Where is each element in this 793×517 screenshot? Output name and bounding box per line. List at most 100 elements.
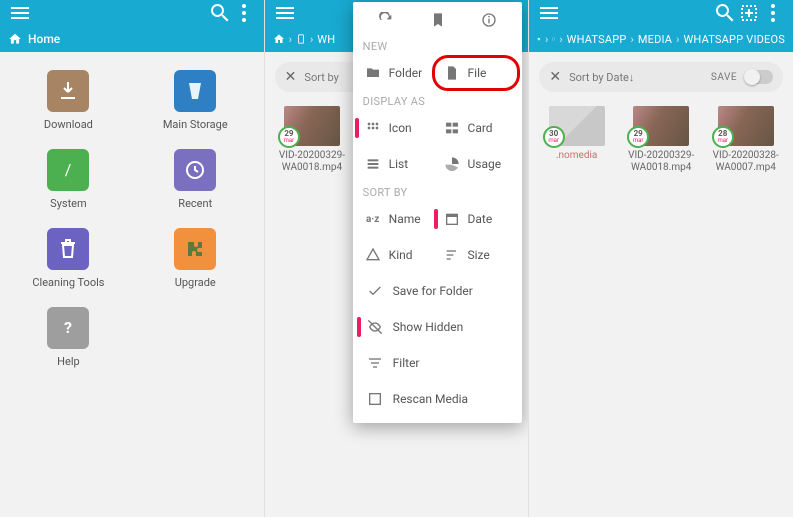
- sort-label: Sort by: [304, 71, 338, 84]
- home-item-upgrade[interactable]: Upgrade: [137, 228, 254, 289]
- file-thumbnail: 30mar: [549, 106, 605, 146]
- menu-filter[interactable]: Filter: [353, 345, 523, 381]
- breadcrumb-home[interactable]: Home: [8, 32, 60, 46]
- menu-icon[interactable]: [537, 1, 561, 25]
- file-name: VID-20200329-WA0018.mp4: [622, 150, 701, 174]
- breadcrumb-item[interactable]: Wh: [317, 33, 335, 46]
- home-icon[interactable]: [537, 33, 541, 45]
- menu-new-folder[interactable]: Folder: [359, 57, 438, 89]
- home-icon[interactable]: [273, 33, 285, 45]
- rescan-icon: [367, 391, 383, 407]
- menu-display-list[interactable]: List: [359, 148, 438, 180]
- puzzle-icon: [174, 228, 216, 270]
- home-item-label: Upgrade: [175, 276, 216, 289]
- menu-section-sort: SORT BY: [353, 182, 523, 201]
- save-label: SAVE: [711, 72, 737, 83]
- trash-icon: [47, 228, 89, 270]
- breadcrumb-item[interactable]: WhatsApp Videos: [683, 33, 785, 46]
- home-item-cleaning-tools[interactable]: Cleaning Tools: [10, 228, 127, 289]
- select-icon[interactable]: [737, 1, 761, 25]
- file-name: .nomedia: [556, 150, 597, 162]
- home-item-system[interactable]: / System: [10, 149, 127, 210]
- check-icon: [367, 283, 383, 299]
- menu-icon[interactable]: [8, 1, 32, 25]
- options-menu: NEW Folder File DISPLAY AS Icon Card Lis…: [353, 2, 523, 423]
- home-grid: Download Main Storage / System Recent Cleanin…: [0, 52, 264, 386]
- file-item[interactable]: 29marVID-20200329-WA0018.mp4: [273, 106, 352, 174]
- pie-icon: [444, 156, 460, 172]
- question-icon: ?: [47, 307, 89, 349]
- file-icon: [444, 65, 460, 81]
- save-toggle[interactable]: [745, 70, 773, 84]
- card-icon: [444, 120, 460, 136]
- menu-display-card[interactable]: Card: [438, 112, 517, 144]
- refresh-icon[interactable]: [378, 12, 394, 28]
- close-icon[interactable]: ✕: [285, 69, 297, 85]
- home-item-download[interactable]: Download: [10, 70, 127, 131]
- az-icon: a·z: [365, 211, 381, 227]
- file-thumbnail: 29mar: [284, 106, 340, 146]
- menu-sort-kind[interactable]: Kind: [359, 239, 438, 271]
- file-item[interactable]: 29marVID-20200329-WA0018.mp4: [622, 106, 701, 174]
- home-item-main-storage[interactable]: Main Storage: [137, 70, 254, 131]
- search-icon[interactable]: [208, 1, 232, 25]
- overflow-icon[interactable]: [761, 1, 785, 25]
- calendar-icon: [444, 211, 460, 227]
- breadcrumb: Home: [0, 26, 264, 52]
- menu-new-file[interactable]: File: [438, 57, 517, 89]
- search-icon[interactable]: [713, 1, 737, 25]
- menu-sort-date[interactable]: Date: [438, 203, 517, 235]
- bookmark-icon[interactable]: [430, 12, 446, 28]
- screen-home: Home Download Main Storage / System Recent Cl…: [0, 0, 265, 517]
- home-item-recent[interactable]: Recent: [137, 149, 254, 210]
- sort-label: Sort by Date↓: [569, 71, 634, 84]
- list-icon: [365, 156, 381, 172]
- menu-rescan-media[interactable]: Rescan Media: [353, 381, 523, 417]
- menu-section-display: DISPLAY AS: [353, 91, 523, 110]
- overflow-icon[interactable]: [232, 1, 256, 25]
- file-name: VID-20200329-WA0018.mp4: [273, 150, 352, 174]
- close-icon[interactable]: ✕: [549, 69, 561, 85]
- folder-icon: [365, 65, 381, 81]
- date-badge: 30mar: [543, 126, 565, 148]
- clock-icon: [174, 149, 216, 191]
- date-badge: 29mar: [627, 126, 649, 148]
- menu-icon[interactable]: [273, 1, 297, 25]
- size-icon: [444, 247, 460, 263]
- info-icon[interactable]: [481, 12, 497, 28]
- home-item-label: Recent: [178, 197, 212, 210]
- home-item-label: Cleaning Tools: [32, 276, 104, 289]
- storage-icon: [174, 70, 216, 112]
- menu-show-hidden[interactable]: Show Hidden: [353, 309, 523, 345]
- menu-sort-size[interactable]: Size: [438, 239, 517, 271]
- menu-display-icon[interactable]: Icon: [359, 112, 438, 144]
- breadcrumb-item[interactable]: Media: [638, 33, 672, 46]
- breadcrumb[interactable]: › › WhatsApp › Media › WhatsApp Videos: [529, 26, 793, 52]
- menu-sort-name[interactable]: a·zName: [359, 203, 438, 235]
- date-badge: 29mar: [278, 126, 300, 148]
- menu-display-usage[interactable]: Usage: [438, 148, 517, 180]
- date-badge: 28mar: [712, 126, 734, 148]
- file-item[interactable]: 30mar .nomedia: [537, 106, 616, 174]
- menu-section-new: NEW: [353, 36, 523, 55]
- file-item[interactable]: 28marVID-20200328-WA0007.mp4: [706, 106, 785, 174]
- screen-folder-with-menu: › › Wh ✕ Sort by 29marVID-20200329-WA001…: [265, 0, 530, 517]
- kind-icon: [365, 247, 381, 263]
- home-text: Home: [28, 32, 60, 46]
- device-icon[interactable]: [552, 33, 555, 45]
- topbar: [529, 0, 793, 26]
- home-item-label: Download: [44, 118, 93, 131]
- home-item-help[interactable]: ?Help: [10, 307, 127, 368]
- slash-icon: /: [47, 149, 89, 191]
- breadcrumb-item[interactable]: WhatsApp: [567, 33, 627, 46]
- home-item-label: System: [50, 197, 87, 210]
- device-icon[interactable]: [296, 33, 306, 45]
- file-thumbnail: 29mar: [633, 106, 689, 146]
- sort-bar[interactable]: ✕ Sort by Date↓ SAVE: [539, 62, 783, 92]
- file-thumbnail: 28mar: [718, 106, 774, 146]
- filter-icon: [367, 355, 383, 371]
- file-name: VID-20200328-WA0007.mp4: [706, 150, 785, 174]
- svg-text:/: /: [65, 160, 72, 179]
- topbar: [0, 0, 264, 26]
- menu-save-for-folder[interactable]: Save for Folder: [353, 273, 523, 309]
